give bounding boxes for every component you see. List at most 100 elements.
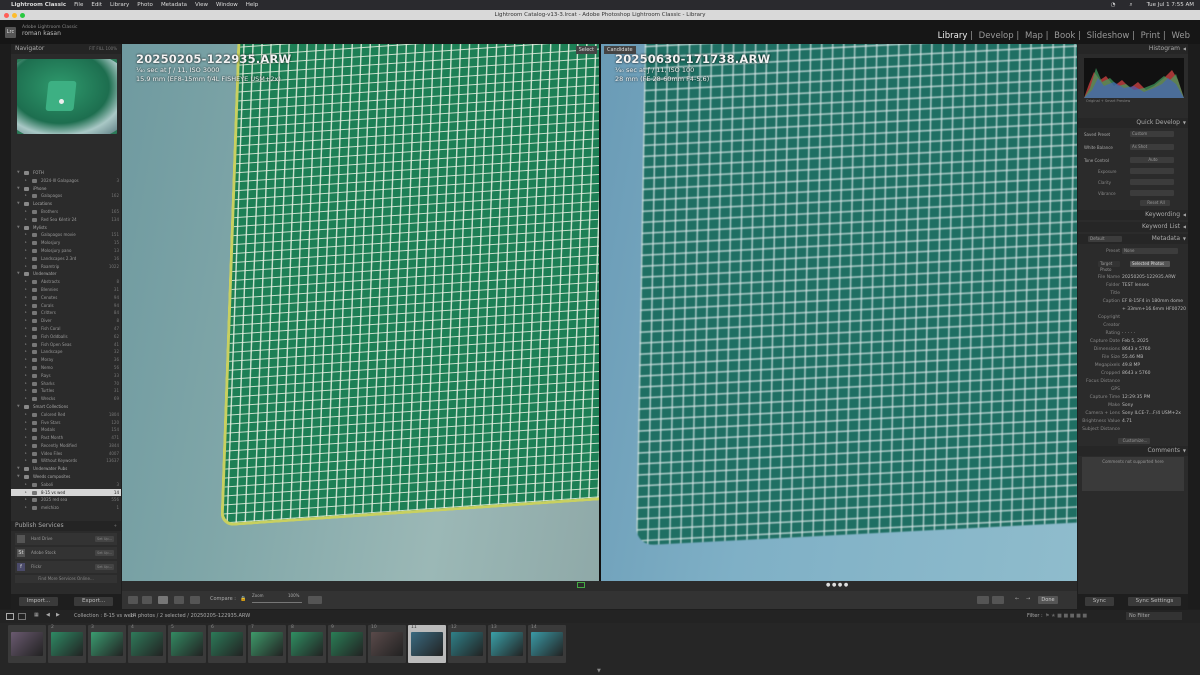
rating-dots[interactable]: ● ● ● ●	[826, 582, 848, 588]
disclosure-triangle-icon[interactable]: ▸	[25, 325, 27, 333]
grid-view-icon[interactable]	[128, 596, 138, 604]
collection-item[interactable]: ▸ Past Month 471	[11, 434, 121, 442]
metadata-field-row[interactable]: Dimensions 8643 x 5760	[1078, 346, 1188, 354]
navigator-zoom-options[interactable]: FIT FILL 100%	[89, 44, 117, 54]
disclosure-triangle-icon[interactable]: ▼	[17, 473, 20, 481]
filmstrip-source[interactable]: Collection : 8-15 vs wed	[74, 613, 134, 619]
collection-item[interactable]: ▸ 2024-III Galapagos 3	[11, 177, 121, 185]
vibrance-stepper[interactable]	[1130, 190, 1174, 196]
metadata-field-value[interactable]: 49.8 MP	[1122, 362, 1140, 370]
collection-item[interactable]: ▸ Sharks 70	[11, 380, 121, 388]
filmstrip-thumbnail[interactable]: 13	[488, 625, 526, 663]
filmstrip-thumbnail[interactable]	[8, 625, 46, 663]
disclosure-triangle-icon[interactable]: ▸	[25, 294, 27, 302]
metadata-field-row[interactable]: Title	[1078, 290, 1188, 298]
navigator-preview[interactable]	[17, 59, 117, 134]
collection-set-item[interactable]: ▼ Weeds composites	[11, 473, 121, 481]
expand-icon[interactable]: ◀	[1183, 222, 1186, 232]
minimize-window-button[interactable]	[12, 12, 17, 18]
disclosure-triangle-icon[interactable]: ▼	[17, 200, 20, 208]
disclosure-triangle-icon[interactable]: ▸	[25, 341, 27, 349]
disclosure-triangle-icon[interactable]: ▼	[17, 185, 20, 193]
disclosure-triangle-icon[interactable]: ▸	[25, 278, 27, 286]
disclosure-triangle-icon[interactable]: ▸	[25, 496, 27, 504]
selected-photos-tab[interactable]: Selected Photos	[1130, 261, 1170, 267]
collection-item[interactable]: ▸ Fish Open Seas 41	[11, 341, 121, 349]
menu-view[interactable]: View	[195, 2, 208, 8]
filmstrip-thumbnail[interactable]: 5	[168, 625, 206, 663]
select-photo-pane[interactable]: 20250205-122935.ARW ⅟₄₀ sec at ƒ / 11, I…	[122, 44, 599, 581]
filmstrip-thumbnail[interactable]: 3	[88, 625, 126, 663]
disclosure-triangle-icon[interactable]: ▸	[25, 286, 27, 294]
menu-photo[interactable]: Photo	[137, 2, 153, 8]
disclosure-triangle-icon[interactable]: ▸	[25, 364, 27, 372]
collapse-icon[interactable]: ▼	[1183, 446, 1186, 456]
disclosure-triangle-icon[interactable]: ▸	[25, 348, 27, 356]
menu-file[interactable]: File	[74, 2, 83, 8]
filmstrip-thumbnail[interactable]: 6	[208, 625, 246, 663]
disclosure-triangle-icon[interactable]: ▼	[17, 270, 20, 278]
navigator-header[interactable]: Navigator FIT FILL 100%	[11, 44, 121, 54]
filmstrip-thumbnail[interactable]: 9	[328, 625, 366, 663]
collection-item[interactable]: ▸ Galapagos movie 151	[11, 231, 121, 239]
metadata-field-value[interactable]: EF 8-15F4 in 180mm dome	[1122, 298, 1183, 306]
disclosure-triangle-icon[interactable]: ▸	[25, 208, 27, 216]
collection-item[interactable]: ▸ Brothers 165	[11, 208, 121, 216]
disclosure-triangle-icon[interactable]: ▸	[25, 177, 27, 185]
flag-filter-icon[interactable]: ⚑ ★ ■ ■ ■ ■ ■	[1045, 613, 1087, 619]
disclosure-triangle-icon[interactable]: ▸	[25, 302, 27, 310]
disclosure-triangle-icon[interactable]: ▼	[17, 224, 20, 232]
metadata-preset-select[interactable]: None	[1122, 248, 1178, 254]
publish-flickr[interactable]: f Flickr Set Up...	[15, 561, 117, 573]
collection-item[interactable]: ▸ Turtles 31	[11, 387, 121, 395]
expand-icon[interactable]: ◀	[1183, 210, 1186, 220]
app-menu[interactable]: Lightroom Classic	[11, 2, 66, 8]
module-book[interactable]: Book	[1054, 31, 1075, 41]
import-button[interactable]: Import...	[18, 597, 59, 606]
disclosure-triangle-icon[interactable]: ▸	[25, 426, 27, 434]
compare-view-icon[interactable]	[158, 596, 168, 604]
setup-button[interactable]: Set Up...	[95, 550, 114, 556]
comments-box[interactable]: Comments not supported here	[1082, 457, 1184, 491]
histogram-graph[interactable]	[1084, 58, 1184, 98]
collection-item[interactable]: ▸ Fish Coral 47	[11, 325, 121, 333]
candidate-photo-pane[interactable]: 20250630-171738.ARW ⅟₄₀ sec at ƒ / 11, I…	[601, 44, 1077, 581]
zoom-slider[interactable]	[252, 602, 302, 603]
disclosure-triangle-icon[interactable]: ▼	[17, 465, 20, 473]
target-photo-tab[interactable]: Target Photo	[1098, 261, 1120, 272]
metadata-field-value[interactable]: 8643 x 5760	[1122, 370, 1150, 378]
saved-preset-dropdown[interactable]: Custom	[1130, 131, 1174, 137]
disclosure-triangle-icon[interactable]: ▸	[25, 231, 27, 239]
white-balance-dropdown[interactable]: As Shot	[1130, 144, 1174, 150]
flag-icon[interactable]	[577, 582, 585, 588]
setup-button[interactable]: Set Up...	[95, 536, 114, 542]
metadata-field-row[interactable]: Cropped 8643 x 5760	[1078, 370, 1188, 378]
disclosure-triangle-icon[interactable]: ▸	[25, 192, 27, 200]
metadata-field-row[interactable]: + 33mm+16.6mm HF00720	[1078, 306, 1188, 314]
setup-button[interactable]: Set Up...	[95, 564, 114, 570]
reset-all-button[interactable]: Reset All	[1140, 200, 1170, 206]
metadata-field-value[interactable]: 4.71	[1122, 418, 1132, 426]
customize-button[interactable]: Customize...	[1118, 438, 1150, 444]
metadata-field-row[interactable]: Focus Distance	[1078, 378, 1188, 386]
filmstrip-thumbnail[interactable]: 11	[408, 625, 446, 663]
close-window-button[interactable]	[4, 12, 9, 18]
collection-item[interactable]: ▸ Landscapes 2.3rd 16	[11, 255, 121, 263]
collection-item[interactable]: ▸ Fish Oddballs 62	[11, 333, 121, 341]
metadata-field-value[interactable]: Sony ILCE-7...F/4 USM+2x	[1122, 410, 1181, 418]
filmstrip-thumbnail[interactable]: 7	[248, 625, 286, 663]
collection-set-item[interactable]: ▼ Smart Collections	[11, 403, 121, 411]
clarity-stepper[interactable]	[1130, 179, 1174, 185]
disclosure-triangle-icon[interactable]: ▸	[25, 216, 27, 224]
filmstrip-thumbnail[interactable]: 4	[128, 625, 166, 663]
menu-window[interactable]: Window	[216, 2, 238, 8]
metadata-field-row[interactable]: Make Sony	[1078, 402, 1188, 410]
bottom-panel-toggle-icon[interactable]: ▼	[597, 668, 601, 674]
loupe-view-icon[interactable]	[142, 596, 152, 604]
metadata-field-value[interactable]: + 33mm+16.6mm HF00720	[1122, 306, 1186, 314]
metadata-field-row[interactable]: Capture Time 12:29:35 PM	[1078, 394, 1188, 402]
left-panel-collapse-edge[interactable]	[0, 44, 11, 609]
collection-item[interactable]: ▸ Molosjury pano 13	[11, 247, 121, 255]
done-button[interactable]: Done	[1038, 596, 1058, 604]
previous-arrow-icon[interactable]: ←	[1015, 596, 1019, 602]
